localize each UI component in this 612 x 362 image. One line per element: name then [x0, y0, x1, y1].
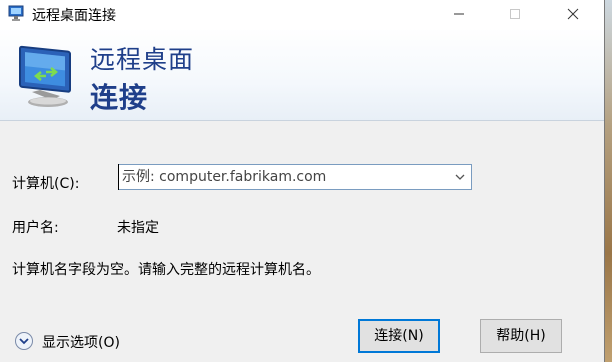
error-message: 计算机名字段为空。请输入完整的远程计算机名。	[12, 262, 320, 278]
title-bar[interactable]: 远程桌面连接	[0, 0, 604, 28]
remote-desktop-dialog: 远程桌面连接 远程桌面 连接 计算机(C): 用户名:	[0, 0, 605, 362]
banner-title-line1: 远程桌面	[90, 45, 195, 74]
computer-input[interactable]	[122, 167, 442, 187]
minimize-icon	[454, 13, 464, 15]
desktop-background	[605, 0, 612, 362]
minimize-button[interactable]	[436, 0, 482, 28]
remote-desktop-monitor-icon	[19, 45, 71, 107]
maximize-icon	[510, 9, 520, 19]
maximize-button[interactable]	[492, 0, 538, 28]
header-banner: 远程桌面 连接	[0, 28, 604, 121]
banner-title-line2: 连接	[90, 81, 149, 114]
computer-label: 计算机(C):	[12, 176, 80, 192]
remote-desktop-icon	[8, 5, 24, 21]
username-label: 用户名:	[12, 220, 59, 236]
chevron-down-icon[interactable]	[453, 170, 467, 184]
window-title: 远程桌面连接	[32, 8, 116, 24]
close-button[interactable]	[550, 0, 596, 28]
close-icon	[567, 8, 579, 20]
computer-combobox[interactable]	[118, 164, 472, 190]
show-options-label: 显示选项(O)	[42, 335, 120, 351]
username-value: 未指定	[117, 220, 159, 236]
chevron-down-circle-icon	[15, 332, 33, 350]
help-button[interactable]: 帮助(H)	[480, 319, 562, 353]
connect-button[interactable]: 连接(N)	[358, 319, 440, 353]
text-cursor	[118, 164, 119, 190]
